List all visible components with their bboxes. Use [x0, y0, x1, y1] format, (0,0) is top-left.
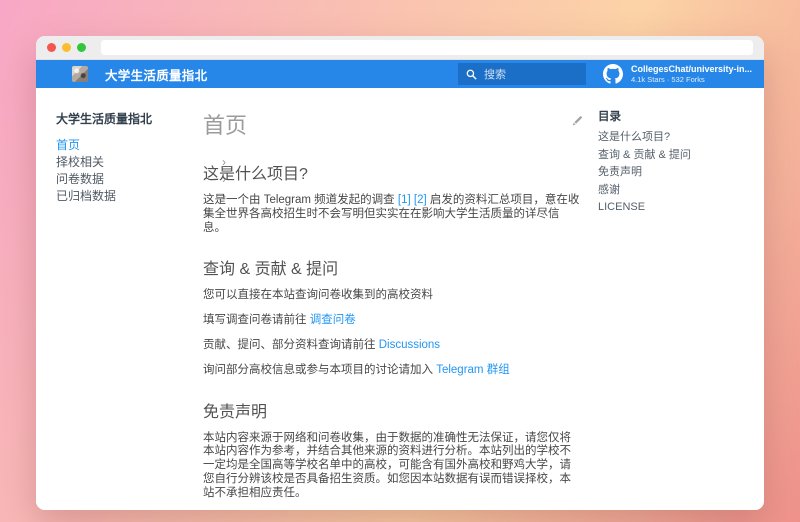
text-segment: 贡献、提问、部分资料查询请前往 [203, 338, 379, 351]
text-segment: 本站内容来源于网络和问卷收集，由于数据的准确性无法保证，请您仅将本站内容作为参考… [203, 431, 571, 499]
github-repo-name: CollegesChat/university-in... [631, 64, 753, 74]
section-heading-what-is-this: 这是什么项目? [203, 166, 308, 183]
github-repo-widget[interactable]: CollegesChat/university-in... 4.1k Stars… [586, 64, 764, 84]
paragraph: 贡献、提问、部分资料查询请前往 Discussions [203, 339, 580, 353]
sidebar-item-label: 择校相关 [56, 155, 105, 169]
section-heading-query-contribute-ask: 查询 & 贡献 & 提问 [203, 261, 339, 279]
site-title-link[interactable]: 大学生活质量指北 [105, 65, 458, 84]
inline-link[interactable]: 调查问卷 [310, 314, 356, 326]
toc-item-license[interactable]: LICENSE [598, 202, 738, 213]
page-title: 首页 [203, 113, 248, 138]
toc-item-what-is-this[interactable]: 这是什么项目? [598, 132, 738, 143]
text-segment: 填写调查问卷请前往 [203, 314, 310, 327]
edit-page-button[interactable] [570, 114, 584, 128]
search-placeholder: 搜索 [484, 69, 506, 81]
search-icon [466, 69, 477, 79]
paragraph: 这是一个由 Telegram 频道发起的调查 [1] [2] 启发的资料汇总项目… [203, 194, 580, 235]
sidebar-item-label: 问卷数据 [56, 172, 105, 186]
browser-toolbar [36, 36, 764, 60]
page-body: 大学生活质量指北 首页 择校相关 › 问卷数据 › 已归档数据 › 首页 这是什… [36, 88, 764, 510]
text-segment: 询问部分高校信息或参与本项目的讨论请加入 [203, 363, 437, 376]
github-icon [603, 64, 623, 84]
toc-item-thanks[interactable]: 感谢 [598, 184, 738, 196]
edit-pencil-icon [572, 116, 583, 126]
toc-item-disclaimer[interactable]: 免责声明 [598, 167, 738, 178]
toc-item-query-contribute-ask[interactable]: 查询 & 贡献 & 提问 [598, 149, 738, 161]
site-header: 大学生活质量指北 搜索 CollegesChat/university-in..… [36, 60, 764, 88]
toc-title: 目录 [598, 111, 621, 123]
paragraph: 填写调查问卷请前往 调查问卷 [203, 314, 580, 328]
address-bar[interactable] [101, 40, 753, 55]
zoom-window-button[interactable] [77, 43, 86, 52]
paragraph: 本站内容来源于网络和问卷收集，由于数据的准确性无法保证，请您仅将本站内容作为参考… [203, 432, 580, 501]
minimize-window-button[interactable] [62, 43, 71, 52]
inline-link[interactable]: Discussions [379, 339, 440, 351]
site-logo[interactable] [72, 66, 88, 82]
inline-link[interactable]: Telegram 群组 [436, 364, 510, 376]
section-heading-disclaimer: 免责声明 [203, 403, 268, 421]
browser-window: 大学生活质量指北 搜索 CollegesChat/university-in..… [36, 36, 764, 510]
text-segment: 您可以直接在本站查询问卷收集到的高校资料 [203, 289, 433, 302]
sidebar-item-label: 已归档数据 [56, 189, 117, 203]
sidebar-item-label: 首页 [56, 138, 81, 152]
close-window-button[interactable] [47, 43, 56, 52]
inline-link[interactable]: [2] [414, 194, 427, 206]
paragraph: 询问部分高校信息或参与本项目的讨论请加入 Telegram 群组 [203, 364, 580, 378]
paragraph: 您可以直接在本站查询问卷收集到的高校资料 [203, 289, 580, 303]
inline-link[interactable]: [1] [398, 194, 411, 206]
table-of-contents: 目录 这是什么项目? 查询 & 贡献 & 提问 免责声明 感谢 LICENSE [598, 108, 738, 220]
main-content: 首页 这是什么项目? 这是一个由 Telegram 频道发起的调查 [1] [2… [203, 88, 580, 510]
text-segment: 这是一个由 Telegram 频道发起的调查 [203, 194, 398, 206]
github-repo-texts: CollegesChat/university-in... 4.1k Stars… [631, 64, 752, 84]
search-box[interactable]: 搜索 [458, 63, 586, 85]
github-repo-stats: 4.1k Stars · 532 Forks [631, 75, 705, 84]
